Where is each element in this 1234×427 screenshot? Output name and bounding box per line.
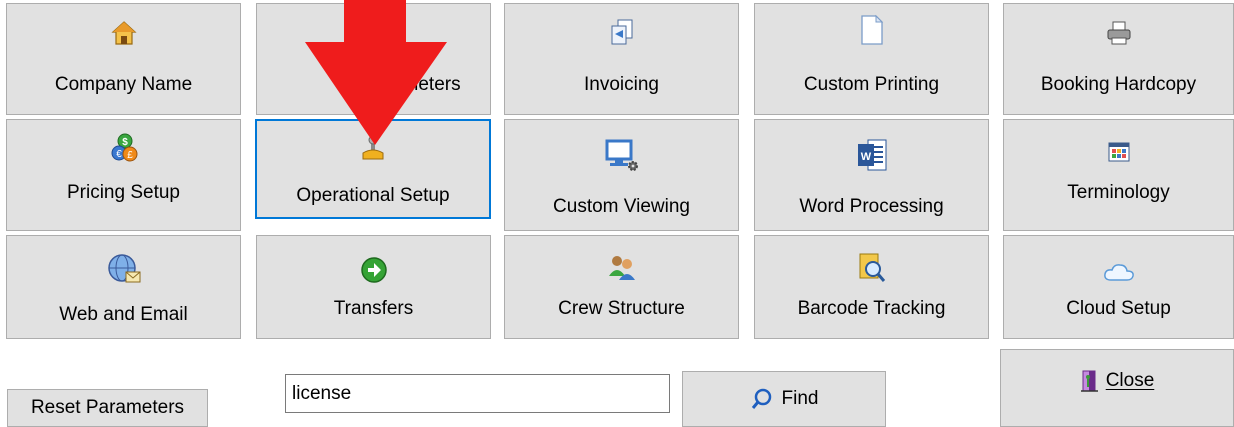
invoicing-label: Invoicing — [584, 74, 659, 95]
custom-printing-button[interactable]: Custom Printing — [754, 3, 989, 115]
cloud-icon — [1103, 236, 1135, 282]
transfers-label: Transfers — [333, 298, 414, 319]
magnifier-doc-icon — [857, 236, 887, 284]
transfers-button[interactable]: Transfers — [256, 235, 491, 339]
cloud-setup-label: Cloud Setup — [1066, 298, 1171, 319]
pricing-setup-button[interactable]: $ € £ Pricing Setup — [6, 119, 241, 231]
find-label: Find — [781, 388, 819, 409]
custom-viewing-label: Custom Viewing — [553, 196, 690, 217]
crew-structure-label: Crew Structure — [558, 298, 685, 319]
house-icon — [110, 4, 137, 46]
word-processing-button[interactable]: W Word Processing — [754, 119, 989, 231]
globe-mail-icon — [106, 236, 142, 286]
monitor-gear-icon — [605, 120, 639, 172]
close-button[interactable]: Close — [1000, 349, 1234, 427]
company-name-button[interactable]: Company Name — [6, 3, 241, 115]
custom-printing-label: Custom Printing — [803, 74, 940, 95]
word-processing-label: Word Processing — [799, 196, 944, 217]
grid-icon — [1108, 120, 1130, 162]
custom-viewing-button[interactable]: Custom Viewing — [504, 119, 739, 231]
booking-hardcopy-button[interactable]: Booking Hardcopy — [1003, 3, 1234, 115]
blank-page-icon — [860, 4, 884, 46]
operational-setup-label: Operational Setup — [296, 185, 450, 206]
invoicing-button[interactable]: Invoicing — [504, 3, 739, 115]
exit-door-icon — [1080, 369, 1100, 393]
cloud-setup-button[interactable]: Cloud Setup — [1003, 235, 1234, 339]
booking-hardcopy-label: Booking Hardcopy — [1040, 74, 1197, 95]
documents-icon — [609, 4, 635, 46]
svg-text:£: £ — [127, 150, 133, 161]
reset-parameters-button[interactable]: Reset Parameters — [7, 389, 208, 427]
people-icon — [607, 236, 637, 280]
search-input[interactable] — [285, 374, 670, 413]
search-icon — [750, 387, 774, 411]
close-label: Close — [1105, 370, 1155, 391]
barcode-tracking-label: Barcode Tracking — [797, 298, 946, 319]
terminology-label: Terminology — [1067, 182, 1170, 203]
web-and-email-button[interactable]: Web and Email — [6, 235, 241, 339]
svg-text:$: $ — [122, 137, 128, 148]
pricing-setup-label: Pricing Setup — [66, 182, 180, 203]
svg-text:W: W — [860, 151, 871, 163]
company-name-label: Company Name — [54, 74, 193, 95]
word-icon: W — [856, 120, 888, 172]
green-arrow-icon — [360, 236, 388, 284]
currency-icon: $ € £ — [110, 120, 138, 162]
find-button[interactable]: Find — [682, 371, 886, 427]
red-arrow-annotation — [305, 0, 447, 145]
crew-structure-button[interactable]: Crew Structure — [504, 235, 739, 339]
web-and-email-label: Web and Email — [59, 304, 188, 325]
printer-icon — [1105, 4, 1133, 46]
barcode-tracking-button[interactable]: Barcode Tracking — [754, 235, 989, 339]
svg-text:€: € — [116, 149, 122, 160]
terminology-button[interactable]: Terminology — [1003, 119, 1234, 231]
reset-parameters-label: Reset Parameters — [30, 397, 185, 418]
